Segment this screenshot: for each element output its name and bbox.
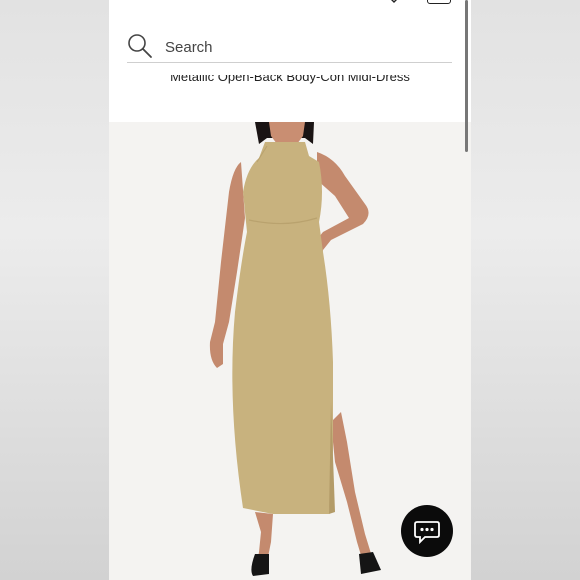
search-bar <box>127 30 452 63</box>
product-page: Metallic Open-Back Body-Con Midi-Dress <box>109 0 471 580</box>
shopping-bag-icon[interactable] <box>427 0 451 4</box>
product-title: Metallic Open-Back Body-Con Midi-Dress <box>109 75 471 85</box>
right-backdrop <box>471 0 580 580</box>
chat-button[interactable] <box>401 505 453 557</box>
chat-bubble-icon <box>414 521 440 544</box>
top-toolbar <box>109 0 471 6</box>
search-icon[interactable] <box>127 33 153 59</box>
scrollbar-thumb[interactable] <box>465 0 468 152</box>
search-input[interactable] <box>165 36 425 58</box>
product-title-text: Metallic Open-Back Body-Con Midi-Dress <box>170 75 410 84</box>
heart-icon[interactable] <box>387 0 401 4</box>
left-backdrop <box>0 0 109 580</box>
